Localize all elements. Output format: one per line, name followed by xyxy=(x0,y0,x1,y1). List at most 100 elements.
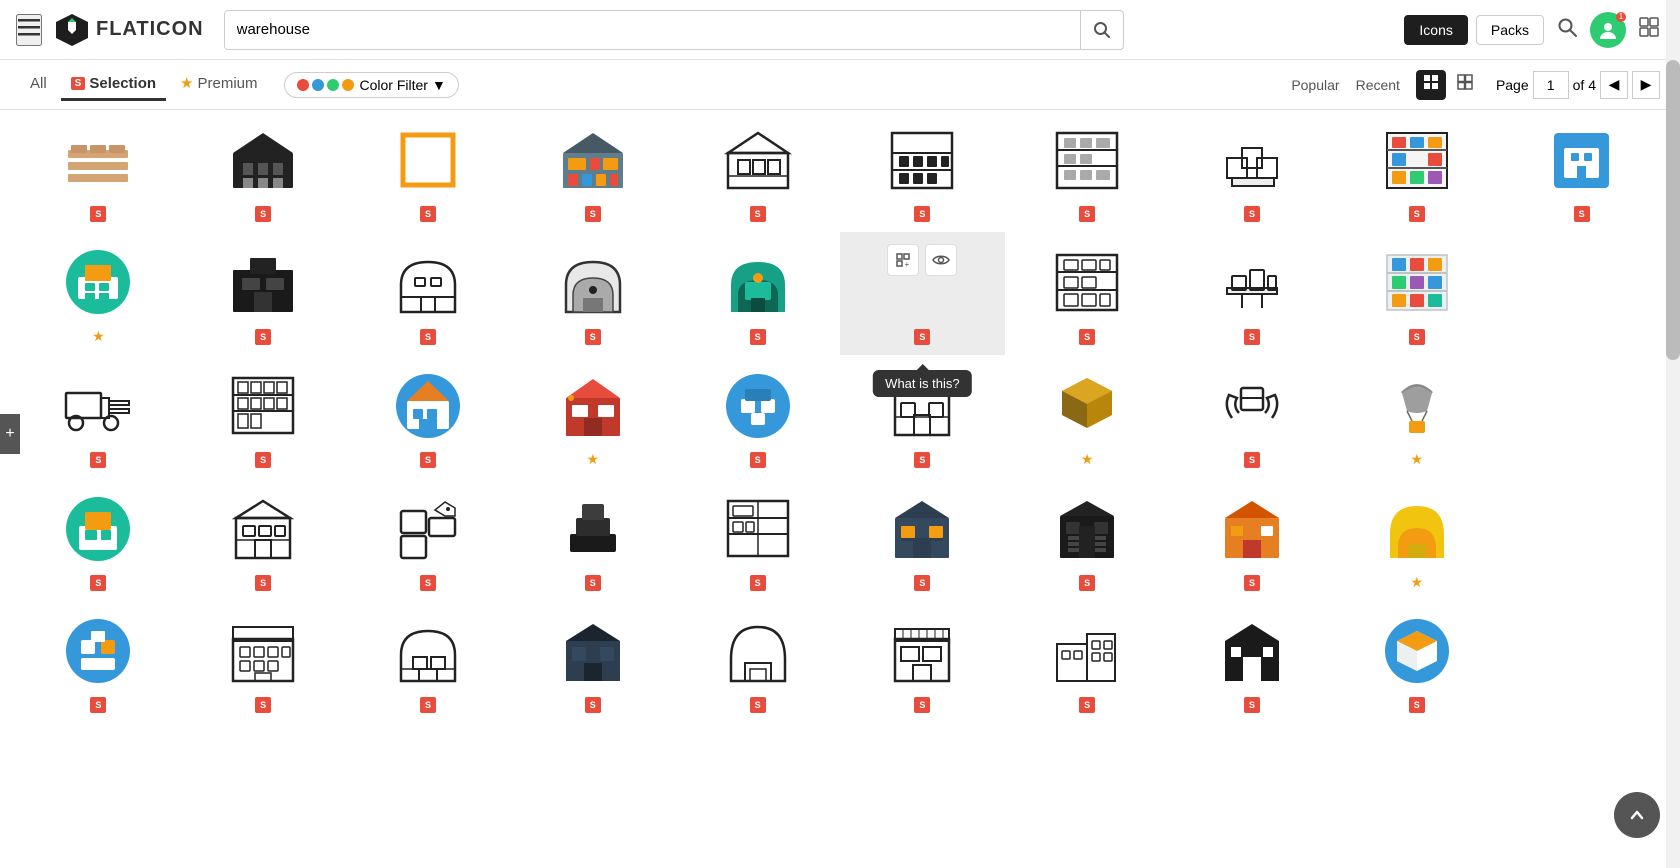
icon-image xyxy=(58,366,138,446)
list-item[interactable]: S xyxy=(1005,110,1170,232)
icons-tab-button[interactable]: Icons xyxy=(1404,15,1467,45)
icon-badge: S xyxy=(1244,206,1260,222)
icon-badge: S xyxy=(1079,206,1095,222)
list-item[interactable]: ★ xyxy=(1334,478,1499,601)
list-item[interactable]: S xyxy=(1334,232,1499,355)
search-input[interactable] xyxy=(225,11,1080,49)
icon-badge: S xyxy=(585,697,601,713)
notification-badge[interactable]: 1 xyxy=(1590,12,1626,48)
icon-image xyxy=(1377,243,1457,323)
list-item[interactable]: ★ xyxy=(1005,355,1170,478)
icon-badge: S xyxy=(585,575,601,591)
list-item[interactable]: S xyxy=(1499,110,1664,232)
list-item[interactable]: S xyxy=(675,232,840,355)
list-item[interactable]: ★ xyxy=(1334,355,1499,478)
page-label: Page xyxy=(1496,77,1529,93)
list-item[interactable]: S xyxy=(346,232,511,355)
icon-badge: S xyxy=(1409,206,1425,222)
list-item[interactable]: S xyxy=(181,355,346,478)
list-item[interactable]: S xyxy=(510,478,675,601)
list-item[interactable]: S xyxy=(181,478,346,601)
icon-image xyxy=(1542,374,1622,454)
icon-image xyxy=(223,120,303,200)
tab-all[interactable]: All xyxy=(20,69,57,101)
list-item[interactable]: S xyxy=(840,478,1005,601)
list-item[interactable]: S xyxy=(181,110,346,232)
add-collection-button[interactable]: + xyxy=(0,414,20,454)
list-item[interactable]: S xyxy=(510,601,675,723)
list-item[interactable]: S xyxy=(181,601,346,723)
search-button[interactable] xyxy=(1080,11,1123,49)
premium-icon: ★ xyxy=(180,74,193,92)
icon-badge: S xyxy=(420,697,436,713)
list-item-active[interactable]: + What is this? xyxy=(840,232,1005,355)
scrollbar-thumb[interactable] xyxy=(1666,60,1680,360)
list-item[interactable] xyxy=(1499,601,1664,723)
icon-image xyxy=(1047,365,1127,445)
list-item[interactable]: S xyxy=(675,478,840,601)
list-item[interactable]: S xyxy=(16,110,181,232)
list-item[interactable]: S xyxy=(1170,478,1335,601)
list-item[interactable]: S xyxy=(16,478,181,601)
icon-image xyxy=(1047,120,1127,200)
list-item[interactable]: S xyxy=(510,232,675,355)
back-to-top-button[interactable] xyxy=(1614,792,1660,838)
list-item[interactable]: S xyxy=(16,355,181,478)
list-item[interactable]: S xyxy=(181,232,346,355)
menu-button[interactable] xyxy=(16,14,42,46)
list-item[interactable]: S xyxy=(346,601,511,723)
list-item[interactable]: S xyxy=(346,110,511,232)
grid-row-4: S S xyxy=(16,478,1664,601)
list-item[interactable]: S xyxy=(675,601,840,723)
recent-sort-button[interactable]: Recent xyxy=(1356,77,1400,93)
icons-grid: S S xyxy=(0,110,1680,723)
list-item[interactable] xyxy=(1499,478,1664,601)
list-item[interactable]: S xyxy=(510,110,675,232)
selection-icon: S xyxy=(71,77,86,90)
icon-badge: S xyxy=(914,575,930,591)
popular-sort-button[interactable]: Popular xyxy=(1291,77,1339,93)
list-item[interactable]: ★ xyxy=(16,232,181,355)
list-item[interactable] xyxy=(1499,355,1664,478)
search-icon-button[interactable] xyxy=(1552,12,1582,48)
icon-image xyxy=(718,611,798,691)
list-item[interactable]: S xyxy=(1334,601,1499,723)
search-container xyxy=(224,10,1124,50)
tab-all-label: All xyxy=(30,75,47,92)
list-item[interactable]: S xyxy=(840,110,1005,232)
list-item[interactable]: S xyxy=(1170,601,1335,723)
large-grid-view-button[interactable] xyxy=(1450,70,1480,100)
icon-badge: S xyxy=(1409,329,1425,345)
list-item[interactable]: S xyxy=(675,110,840,232)
color-orange xyxy=(342,79,354,91)
page-input[interactable] xyxy=(1533,71,1569,99)
grid-view-button[interactable] xyxy=(1416,70,1446,100)
apps-grid-button[interactable] xyxy=(1634,12,1664,48)
list-item[interactable]: S xyxy=(1005,232,1170,355)
list-item[interactable]: S xyxy=(16,601,181,723)
list-item[interactable]: ★ xyxy=(510,355,675,478)
list-item[interactable]: S xyxy=(1170,232,1335,355)
prev-page-button[interactable]: ◀ xyxy=(1600,71,1628,99)
list-item[interactable]: S xyxy=(1170,355,1335,478)
preview-button[interactable] xyxy=(925,244,957,276)
list-item[interactable]: S xyxy=(675,355,840,478)
list-item[interactable]: S xyxy=(346,478,511,601)
icon-image xyxy=(223,366,303,446)
list-item[interactable]: S xyxy=(1170,110,1335,232)
list-item[interactable]: S xyxy=(346,355,511,478)
color-filter-button[interactable]: Color Filter ▼ xyxy=(284,72,459,98)
list-item[interactable]: S xyxy=(840,601,1005,723)
logo[interactable]: FLATICON xyxy=(54,12,204,48)
tab-selection[interactable]: S Selection xyxy=(61,69,166,101)
packs-tab-button[interactable]: Packs xyxy=(1476,15,1544,45)
next-page-button[interactable]: ▶ xyxy=(1632,71,1660,99)
add-to-collection-button[interactable]: + xyxy=(887,244,919,276)
icon-image xyxy=(1542,500,1622,580)
icon-badge: S xyxy=(750,329,766,345)
list-item[interactable]: S xyxy=(1005,601,1170,723)
scrollbar[interactable] xyxy=(1666,0,1680,868)
list-item[interactable]: S xyxy=(1005,478,1170,601)
tab-premium[interactable]: ★ Premium xyxy=(170,68,267,101)
list-item[interactable]: S xyxy=(1334,110,1499,232)
